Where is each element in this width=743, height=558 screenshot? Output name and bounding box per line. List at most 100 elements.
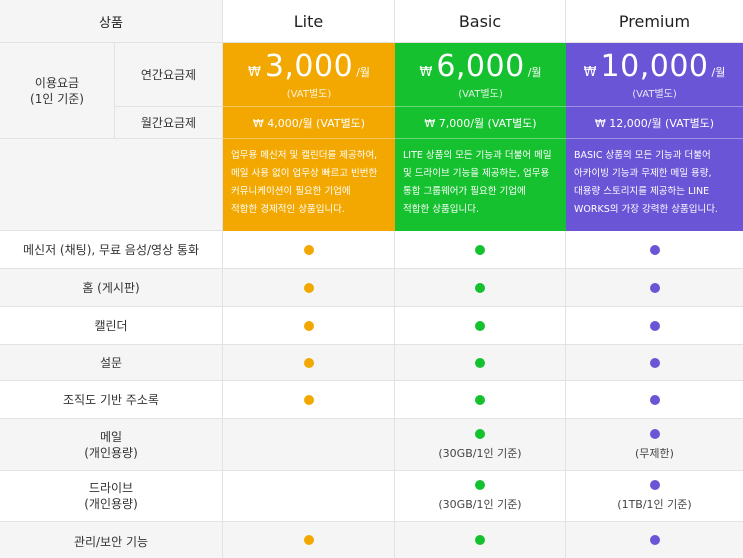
included-dot-icon	[649, 480, 660, 490]
plan-header-basic: Basic	[395, 0, 566, 43]
description-line: 커뮤니케이션이 필요한 기업에	[231, 186, 351, 197]
feature-lite-calendar	[223, 307, 395, 345]
feature-label-text: 캘린더	[94, 318, 128, 333]
per-month-unit: /월	[527, 65, 542, 79]
included-dot-icon	[649, 282, 660, 293]
description-label-cell	[0, 139, 223, 231]
feature-lite-messenger	[223, 231, 395, 269]
feature-lite-security	[223, 522, 395, 558]
feature-note: (1TB/1인 기준)	[617, 498, 692, 511]
plan-name-lite: Lite	[293, 11, 324, 31]
feature-note: (30GB/1인 기준)	[438, 498, 522, 511]
feature-label-messenger: 메신저 (채팅), 무료 음성/영상 통화	[0, 231, 223, 269]
annual-label: 연간요금제	[140, 67, 197, 82]
annual-price-premium: ₩ 10,000 /월 (VAT별도)	[566, 43, 743, 107]
feature-premium-security	[566, 522, 743, 558]
feature-label-drive: 드라이브 (개인용량)	[0, 471, 223, 522]
monthly-label: 월간요금제	[140, 115, 197, 130]
feature-label-home: 홈 (게시판)	[0, 269, 223, 307]
description-premium: BASIC 상품의 모든 기능과 더불어 아카이빙 기능과 무제한 메일 용량,…	[566, 139, 743, 231]
feature-lite-directory	[223, 381, 395, 419]
monthly-price-text-lite: ₩ 4,000/월 (VAT별도)	[252, 116, 366, 130]
feature-premium-mail: (무제한)	[566, 419, 743, 471]
included-dot-icon	[475, 282, 485, 293]
feature-premium-directory	[566, 381, 743, 419]
currency-symbol: ₩	[583, 64, 597, 80]
feature-label-text: 홈 (게시판)	[82, 280, 140, 295]
feature-label-directory: 조직도 기반 주소록	[0, 381, 223, 419]
description-line: 및 드라이브 기능을 제공하는, 업무용	[403, 168, 550, 179]
pricing-sublabel: (1인 기준)	[30, 91, 84, 106]
feature-note: (무제한)	[635, 446, 674, 460]
feature-premium-drive: (1TB/1인 기준)	[566, 471, 743, 522]
plan-header-premium: Premium	[566, 0, 743, 43]
description-line: LITE 상품의 모든 기능과 더불어 메일	[403, 150, 552, 161]
annual-price-basic: ₩ 6,000 /월 (VAT별도)	[395, 43, 566, 107]
vat-note: (VAT별도)	[458, 88, 503, 100]
included-dot-icon	[303, 535, 314, 545]
feature-premium-messenger	[566, 231, 743, 269]
pricing-label: 이용요금	[34, 75, 80, 90]
included-dot-icon	[475, 535, 485, 545]
feature-label-text: 설문	[99, 355, 123, 370]
monthly-price-basic: ₩ 7,000/월 (VAT별도)	[395, 107, 566, 139]
plan-header-lite: Lite	[223, 0, 395, 43]
feature-label-text: 드라이브	[88, 481, 134, 495]
per-month-unit: /월	[711, 65, 726, 79]
monthly-plan-label: 월간요금제	[115, 107, 223, 139]
description-line: 대용량 스토리지를 제공하는 LINE	[574, 186, 710, 197]
annual-amount-premium: 10,000	[600, 48, 709, 84]
feature-lite-drive	[223, 471, 395, 522]
feature-label-text: 메신저 (채팅), 무료 음성/영상 통화	[23, 242, 199, 257]
monthly-price-text-basic: ₩ 7,000/월 (VAT별도)	[424, 116, 537, 130]
feature-label-text: 조직도 기반 주소록	[63, 392, 159, 407]
per-month-unit: /월	[356, 65, 371, 79]
description-lite: 업무용 메신저 및 캘린더를 제공하여, 메일 사용 없이 업무상 빠르고 빈번…	[223, 139, 395, 231]
feature-basic-calendar	[395, 307, 566, 345]
feature-sublabel-text: (개인용량)	[84, 445, 138, 460]
included-dot-icon	[475, 244, 485, 255]
monthly-price-premium: ₩ 12,000/월 (VAT별도)	[566, 107, 743, 139]
currency-symbol: ₩	[419, 64, 433, 80]
included-dot-icon	[303, 244, 314, 255]
feature-basic-security	[395, 522, 566, 558]
annual-plan-label: 연간요금제	[115, 43, 223, 107]
monthly-price-text-premium: ₩ 12,000/월 (VAT별도)	[594, 116, 715, 130]
included-dot-icon	[475, 394, 485, 405]
feature-note: (30GB/1인 기준)	[438, 446, 522, 460]
feature-basic-drive: (30GB/1인 기준)	[395, 471, 566, 522]
feature-premium-home	[566, 269, 743, 307]
included-dot-icon	[303, 320, 314, 331]
included-dot-icon	[649, 394, 660, 405]
included-dot-icon	[649, 320, 660, 331]
feature-label-text: 관리/보안 기능	[73, 535, 149, 549]
feature-basic-messenger	[395, 231, 566, 269]
description-line: 통합 그룹웨어가 필요한 기업에	[403, 186, 526, 197]
description-line: 업무용 메신저 및 캘린더를 제공하여,	[231, 150, 378, 161]
product-header: 상품	[0, 0, 223, 43]
feature-premium-survey	[566, 345, 743, 381]
vat-note: (VAT별도)	[286, 88, 332, 100]
product-header-label: 상품	[99, 15, 123, 31]
feature-lite-survey	[223, 345, 395, 381]
description-line: 아카이빙 기능과 무제한 메일 용량,	[574, 168, 712, 179]
included-dot-icon	[303, 357, 314, 368]
annual-amount-lite: 3,000	[264, 48, 354, 84]
feature-basic-home	[395, 269, 566, 307]
description-line: BASIC 상품의 모든 기능과 더불어	[574, 150, 711, 161]
feature-label-text: 메일	[99, 429, 123, 444]
feature-sublabel-text: (개인용량)	[84, 497, 138, 511]
included-dot-icon	[475, 320, 485, 331]
plan-name-premium: Premium	[618, 11, 691, 31]
feature-label-survey: 설문	[0, 345, 223, 381]
description-line: WORKS의 가장 강력한 상품입니다.	[574, 204, 718, 215]
included-dot-icon	[303, 282, 314, 293]
annual-price-lite: ₩ 3,000 /월 (VAT별도)	[223, 43, 395, 107]
description-basic: LITE 상품의 모든 기능과 더불어 메일 및 드라이브 기능을 제공하는, …	[395, 139, 566, 231]
monthly-price-lite: ₩ 4,000/월 (VAT별도)	[223, 107, 395, 139]
included-dot-icon	[475, 428, 485, 439]
feature-label-mail: 메일 (개인용량)	[0, 419, 223, 471]
pricing-table: 상품 Lite Basic Premium 이용요금 (1인 기준) 연간요금제…	[0, 0, 743, 558]
feature-basic-survey	[395, 345, 566, 381]
included-dot-icon	[475, 357, 485, 368]
